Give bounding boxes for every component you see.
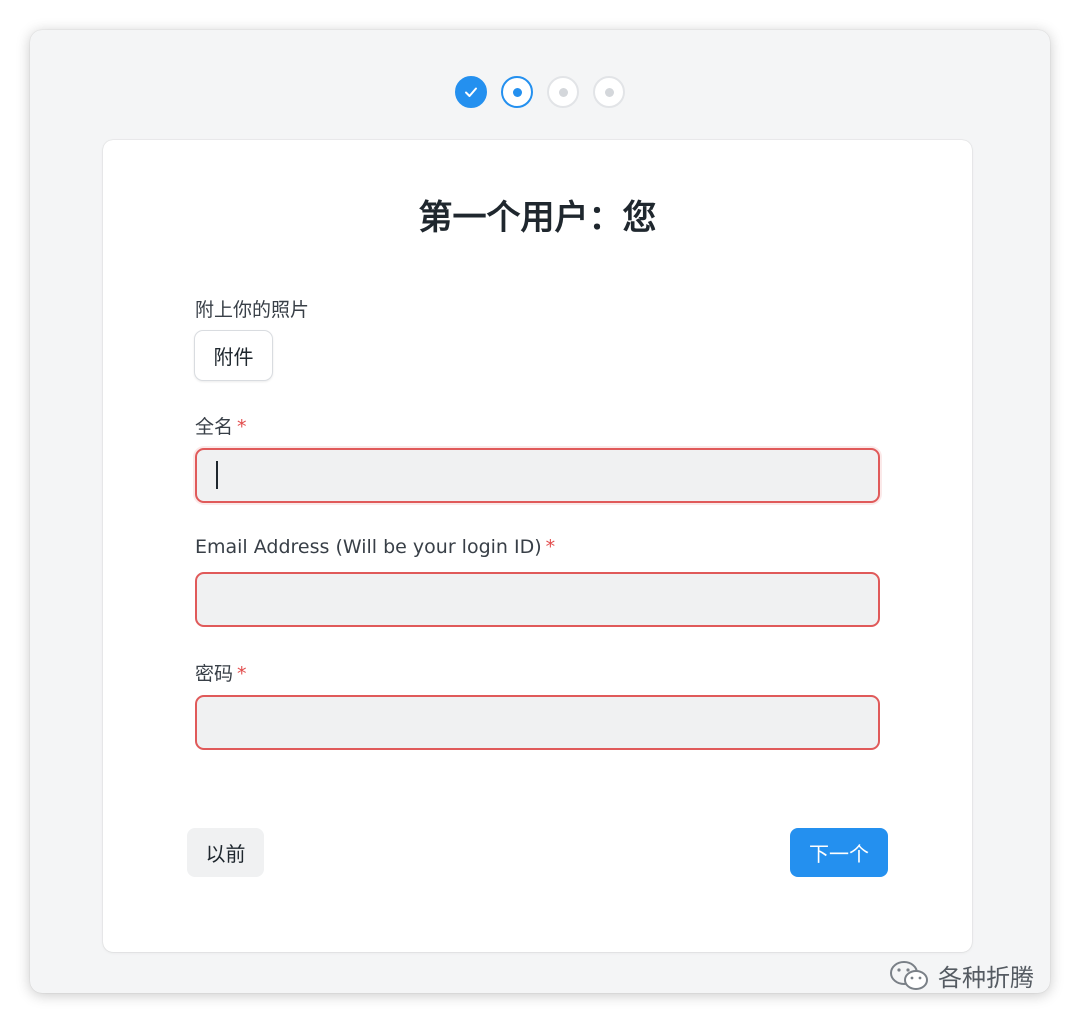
email-label: Email Address (Will be your login ID) * [195,536,555,558]
password-input[interactable] [195,695,880,750]
next-button[interactable]: 下一个 [790,828,888,877]
checkmark-icon [465,87,477,97]
full-name-input[interactable] [195,448,880,503]
photo-label: 附上你的照片 [195,295,309,322]
attach-photo-button[interactable]: 附件 [194,330,273,381]
wechat-icon [890,960,928,990]
photo-label-text: 附上你的照片 [195,299,310,321]
watermark: 各种折腾 [888,958,1034,993]
step-4-pending [593,76,625,108]
step-2-current [501,76,533,108]
form-card: 第一个用户：您 附上你的照片 附件 全名 * Email Address (Wil… [103,140,972,952]
step-1-completed [455,76,487,108]
step-dot-icon [558,87,568,97]
page-title: 第一个用户：您 [418,198,657,238]
full-name-label-text: 全名 [195,416,234,438]
text-cursor [216,461,218,489]
password-label-text: 密码 [195,663,234,685]
email-label-text: Email Address (Will be your login ID) [195,536,542,558]
step-dot-icon [512,87,522,97]
watermark-text: 各种折腾 [938,964,1034,992]
email-input[interactable] [195,572,880,627]
previous-button[interactable]: 以前 [187,828,264,877]
full-name-label: 全名 * [195,412,247,439]
step-3-pending [547,76,579,108]
required-mark: * [545,536,556,558]
required-mark: * [237,663,247,685]
step-dot-icon [604,87,614,97]
password-label: 密码 * [195,659,247,686]
required-mark: * [237,416,247,438]
step-indicator [30,76,1050,108]
setup-wizard-window: 第一个用户：您 附上你的照片 附件 全名 * Email Address (Wil… [30,30,1050,993]
